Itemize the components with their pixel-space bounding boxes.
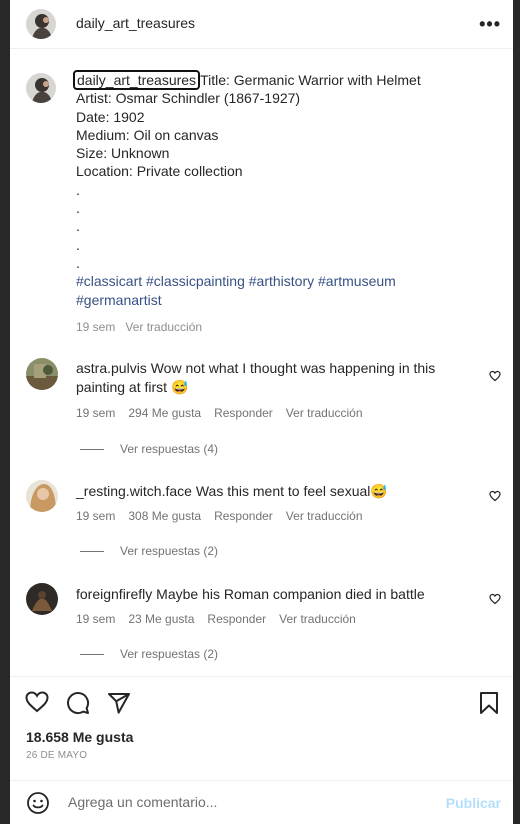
comment-body: Wow not what I thought was happening in … (150, 360, 436, 376)
caption-dot: . (76, 236, 80, 253)
comment-like-heart-icon[interactable] (489, 369, 501, 387)
comment-time[interactable]: 19 sem (76, 406, 115, 420)
comment-username[interactable]: foreignfirefly (76, 586, 152, 602)
comment-username[interactable]: astra.pulvis (76, 360, 147, 376)
bookmark-icon[interactable] (479, 691, 499, 720)
comment-username[interactable]: _resting.witch.face (76, 483, 192, 499)
view-replies-label[interactable]: Ver respuestas (2) (120, 647, 218, 661)
caption-dot: . (76, 218, 80, 235)
commenter-avatar[interactable] (26, 480, 58, 512)
more-dots-icon[interactable]: ••• (479, 14, 501, 35)
view-replies[interactable]: Ver respuestas (2) (80, 647, 218, 661)
post-header: daily_art_treasures ••• (10, 0, 513, 49)
comment-reply[interactable]: Responder (214, 509, 273, 523)
caption-meta: 19 sem Ver traducción (76, 318, 496, 336)
comment-input[interactable] (66, 793, 430, 811)
post-card: daily_art_treasures ••• daily_art_treasu… (10, 0, 513, 824)
view-replies[interactable]: Ver respuestas (4) (80, 442, 218, 456)
comment-meta: 19 sem 23 Me gusta Responder Ver traducción (76, 612, 369, 626)
comment-like-heart-icon[interactable] (489, 489, 501, 507)
heart-icon[interactable] (25, 691, 49, 718)
post-comment-button[interactable]: Publicar (446, 795, 501, 811)
caption-size: Size: Unknown (76, 145, 170, 162)
comment-body: Maybe his Roman companion died in battle (156, 586, 425, 602)
comment-text: _resting.witch.face Was this ment to fee… (76, 482, 466, 501)
caption-date: Date: 1902 (76, 108, 145, 125)
comment-likes[interactable]: 308 Me gusta (128, 509, 201, 523)
comment-bubble-icon[interactable] (66, 691, 90, 720)
comment-translate[interactable]: Ver traducción (286, 406, 363, 420)
comment-likes[interactable]: 294 Me gusta (128, 406, 201, 420)
comment-reply[interactable]: Responder (214, 406, 273, 420)
comment-text: foreignfirefly Maybe his Roman companion… (76, 585, 466, 604)
comment-time[interactable]: 19 sem (76, 509, 115, 523)
replies-divider (80, 448, 104, 450)
caption-title: Title: Germanic Warrior with Helmet (200, 72, 421, 88)
view-replies-label[interactable]: Ver respuestas (2) (120, 544, 218, 558)
comment-meta: 19 sem 294 Me gusta Responder Ver traducció… (76, 406, 376, 420)
commenter-avatar[interactable] (26, 358, 58, 390)
replies-divider (80, 653, 104, 655)
post-caption: daily_art_treasures Title: Germanic Warri… (73, 70, 496, 336)
caption-time[interactable]: 19 sem (76, 320, 115, 334)
comment-body: painting at first 😅 (76, 379, 189, 395)
caption-dot: . (76, 181, 80, 198)
comment-reply[interactable]: Responder (207, 612, 266, 626)
comment-item: foreignfirefly Maybe his Roman companion… (10, 581, 513, 671)
comment-time[interactable]: 19 sem (76, 612, 115, 626)
caption-first-line: daily_art_treasures Title: Germanic Warri… (73, 70, 496, 90)
caption-hashtags[interactable]: #classicart #classicpainting #arthistory… (76, 272, 496, 290)
post-author-username[interactable]: daily_art_treasures (76, 15, 195, 31)
caption-hashtags[interactable]: #germanartist (76, 291, 496, 309)
caption-author-avatar[interactable] (26, 73, 56, 103)
caption-dot: . (76, 200, 80, 217)
comment-item: _resting.witch.face Was this ment to fee… (10, 478, 513, 568)
comment-likes[interactable]: 23 Me gusta (128, 612, 194, 626)
post-author-avatar[interactable] (26, 9, 56, 39)
commenter-avatar[interactable] (26, 583, 58, 615)
caption-medium: Medium: Oil on canvas (76, 126, 219, 143)
replies-divider (80, 550, 104, 552)
caption-username[interactable]: daily_art_treasures (73, 70, 201, 90)
caption-dot: . (76, 254, 80, 271)
comment-like-heart-icon[interactable] (489, 592, 501, 610)
post-date[interactable]: 26 DE MAYO (26, 750, 87, 761)
view-replies[interactable]: Ver respuestas (2) (80, 544, 218, 558)
comment-body: Was this ment to feel sexual😅 (195, 483, 388, 499)
comment-meta: 19 sem 308 Me gusta Responder Ver traducció… (76, 509, 376, 523)
post-action-bar (10, 676, 513, 727)
comment-text: astra.pulvis Wow not what I thought was … (76, 359, 466, 397)
caption-translate[interactable]: Ver traducción (125, 320, 202, 334)
caption-artist: Artist: Osmar Schindler (1867-1927) (76, 90, 301, 107)
view-replies-label[interactable]: Ver respuestas (4) (120, 442, 218, 456)
add-comment-bar: Publicar (10, 780, 513, 824)
caption-location: Location: Private collection (76, 163, 243, 180)
likes-count[interactable]: 18.658 Me gusta (26, 729, 133, 745)
paper-plane-icon[interactable] (107, 691, 131, 720)
comment-translate[interactable]: Ver traducción (286, 509, 363, 523)
comment-item: astra.pulvis Wow not what I thought was … (10, 356, 513, 466)
comment-translate[interactable]: Ver traducción (279, 612, 356, 626)
emoji-smile-icon[interactable] (26, 791, 50, 820)
